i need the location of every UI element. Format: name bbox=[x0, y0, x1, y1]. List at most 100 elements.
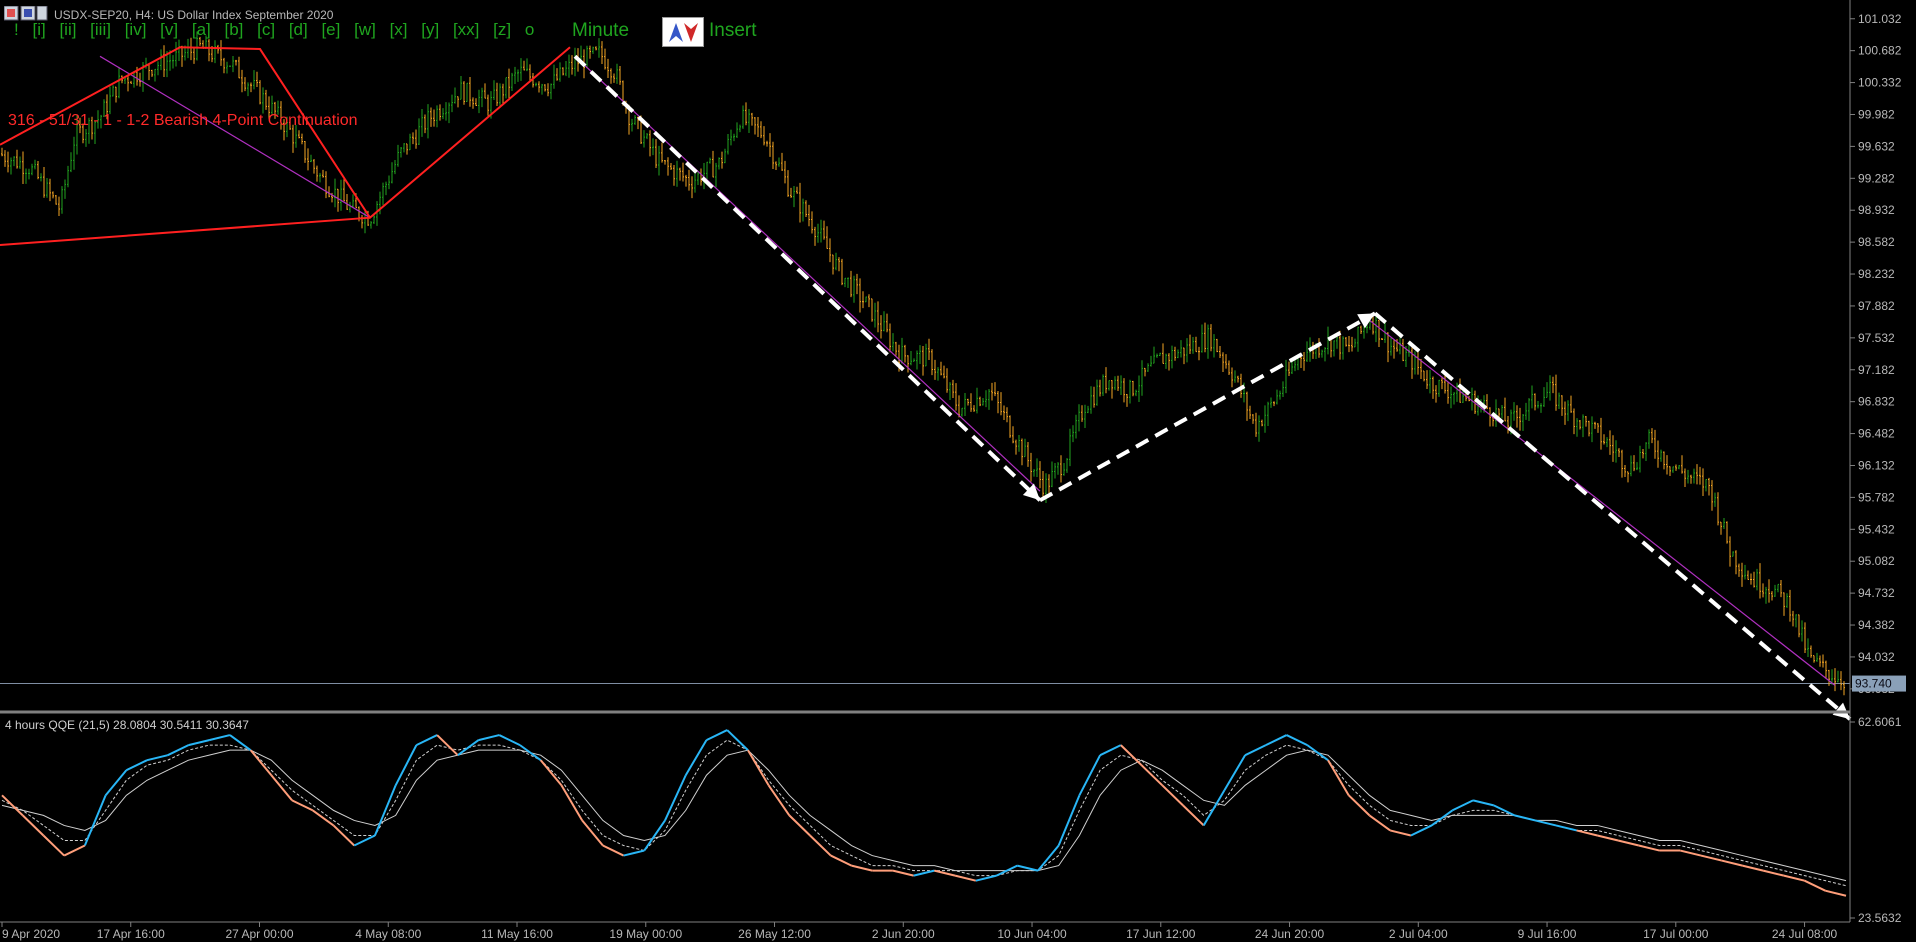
ohlc-bar bbox=[448, 102, 450, 124]
ohlc-bar bbox=[916, 350, 918, 370]
qqe-rsi-segment bbox=[581, 819, 604, 847]
ohlc-bar bbox=[325, 171, 327, 199]
wave-label-a[interactable]: [a] bbox=[192, 20, 211, 39]
qqe-rsi-segment bbox=[643, 819, 666, 852]
ohlc-bar bbox=[1426, 370, 1428, 389]
ohlc-bar bbox=[760, 121, 762, 139]
ohlc-bar bbox=[256, 71, 258, 87]
ohlc-bar bbox=[1204, 322, 1206, 353]
ohlc-bar bbox=[619, 66, 621, 85]
ohlc-bar bbox=[334, 178, 336, 208]
wave-label-z[interactable]: [z] bbox=[493, 20, 511, 39]
price-axis[interactable]: 101.032 100.682 100.332 99.982 99.632 99.282 9… bbox=[1850, 12, 1906, 696]
ohlc-bar bbox=[1156, 353, 1158, 358]
wave-label-d[interactable]: [d] bbox=[289, 20, 308, 39]
insert-button[interactable]: Insert bbox=[709, 20, 757, 42]
ohlc-bar bbox=[595, 46, 597, 51]
time-axis-tick-label: 9 Apr 2020 bbox=[2, 927, 60, 941]
price-pane[interactable] bbox=[0, 31, 1852, 721]
ohlc-bar bbox=[223, 57, 225, 74]
ohlc-bar bbox=[1327, 326, 1329, 355]
insert-arrows-icon[interactable] bbox=[662, 17, 704, 47]
ohlc-bar bbox=[718, 157, 720, 170]
qqe-rsi-segment bbox=[726, 729, 749, 751]
wave-label-iv[interactable]: [iv] bbox=[125, 20, 147, 39]
wave-label-e[interactable]: [e] bbox=[321, 20, 340, 39]
wave-label-x[interactable]: [x] bbox=[390, 20, 408, 39]
ohlc-bar bbox=[1801, 620, 1803, 642]
ohlc-bar bbox=[838, 257, 840, 272]
qqe-fast-line bbox=[1, 739, 1847, 887]
ohlc-bar bbox=[541, 83, 543, 95]
ohlc-bar bbox=[817, 223, 819, 243]
price-axis-tick-label: 96.482 bbox=[1858, 427, 1895, 441]
chart-canvas[interactable]: 101.032 100.682 100.332 99.982 99.632 99.282 9… bbox=[0, 0, 1916, 942]
elliott-wave-toolbar[interactable]: ! [i] [ii] [iii] [iv] [v] [a] [b] [c] [d… bbox=[14, 20, 543, 40]
ohlc-bar bbox=[1447, 382, 1449, 404]
wave-label-xx[interactable]: [xx] bbox=[453, 20, 479, 39]
ohlc-bar bbox=[1621, 449, 1623, 478]
qqe-rsi-segment bbox=[104, 769, 128, 796]
ohlc-bar bbox=[964, 393, 966, 417]
wave-label-b[interactable]: [b] bbox=[224, 20, 243, 39]
ohlc-bar bbox=[1606, 437, 1608, 448]
qqe-rsi-segment bbox=[1244, 744, 1267, 757]
ohlc-bar bbox=[586, 45, 588, 69]
price-axis-tick-label: 101.032 bbox=[1858, 12, 1902, 26]
ohlc-bar bbox=[568, 54, 570, 78]
wave-degree-selector[interactable]: Minute bbox=[572, 20, 629, 42]
qqe-rsi-segment bbox=[1389, 829, 1412, 837]
ohlc-bar bbox=[1687, 469, 1689, 484]
ohlc-bar bbox=[1666, 455, 1668, 475]
ohlc-bar bbox=[943, 365, 945, 379]
ohlc-bar bbox=[988, 389, 990, 410]
ohlc-bar bbox=[340, 179, 342, 211]
ohlc-bar bbox=[388, 175, 390, 190]
qqe-rsi-segment bbox=[63, 844, 86, 857]
wave-label-ii[interactable]: [ii] bbox=[59, 20, 76, 39]
ohlc-bar bbox=[346, 194, 348, 210]
wave-label-iii[interactable]: [iii] bbox=[90, 20, 111, 39]
qqe-rsi-segment bbox=[1017, 864, 1039, 872]
wave-label-exclamation[interactable]: ! bbox=[14, 20, 19, 39]
ohlc-bar bbox=[1798, 614, 1800, 638]
chart-title-icons[interactable] bbox=[4, 6, 48, 21]
ohlc-bar bbox=[310, 154, 312, 163]
ohlc-bar bbox=[1120, 375, 1122, 396]
ohlc-bar bbox=[1837, 670, 1839, 683]
ohlc-bar bbox=[997, 390, 999, 414]
ohlc-bar bbox=[778, 157, 780, 167]
ohlc-bar bbox=[1360, 325, 1362, 334]
wave-label-i[interactable]: [i] bbox=[32, 20, 45, 39]
ohlc-bar bbox=[910, 350, 912, 366]
ohlc-bar bbox=[1060, 455, 1062, 483]
qqe-pane[interactable] bbox=[1, 729, 1847, 897]
qqe-rsi-segment bbox=[1410, 824, 1433, 837]
ohlc-bar bbox=[1420, 359, 1422, 379]
price-axis-tick-label: 94.032 bbox=[1858, 650, 1895, 664]
qqe-rsi-segment bbox=[519, 744, 542, 761]
channel-a bbox=[99, 55, 371, 219]
ohlc-bar bbox=[1636, 462, 1638, 471]
wave-label-w[interactable]: [w] bbox=[354, 20, 376, 39]
ohlc-bar bbox=[1507, 415, 1509, 434]
wave-label-v[interactable]: [v] bbox=[160, 20, 178, 39]
ohlc-bar bbox=[820, 219, 822, 243]
wave-label-c[interactable]: [c] bbox=[257, 20, 275, 39]
ohlc-bar bbox=[709, 157, 711, 164]
ohlc-bar bbox=[424, 114, 426, 134]
ohlc-bar bbox=[1681, 455, 1683, 474]
wave-label-o[interactable]: o bbox=[525, 20, 534, 39]
ohlc-bar bbox=[556, 68, 558, 81]
ohlc-bar bbox=[1561, 395, 1563, 416]
ohlc-bar bbox=[1756, 568, 1758, 591]
ohlc-bar bbox=[781, 152, 783, 171]
ohlc-bar bbox=[1372, 314, 1374, 335]
wave-label-y[interactable]: [y] bbox=[421, 20, 439, 39]
ohlc-bar bbox=[49, 178, 51, 202]
qqe-rsi-segment bbox=[1431, 809, 1453, 827]
time-axis[interactable]: 9 Apr 2020 17 Apr 16:00 27 Apr 00:00 4 May … bbox=[1, 922, 1838, 941]
qqe-axis[interactable]: 62.6061 23.5632 bbox=[1850, 715, 1902, 925]
ohlc-bar bbox=[1114, 376, 1116, 391]
price-axis-tick-label: 94.732 bbox=[1858, 586, 1895, 600]
